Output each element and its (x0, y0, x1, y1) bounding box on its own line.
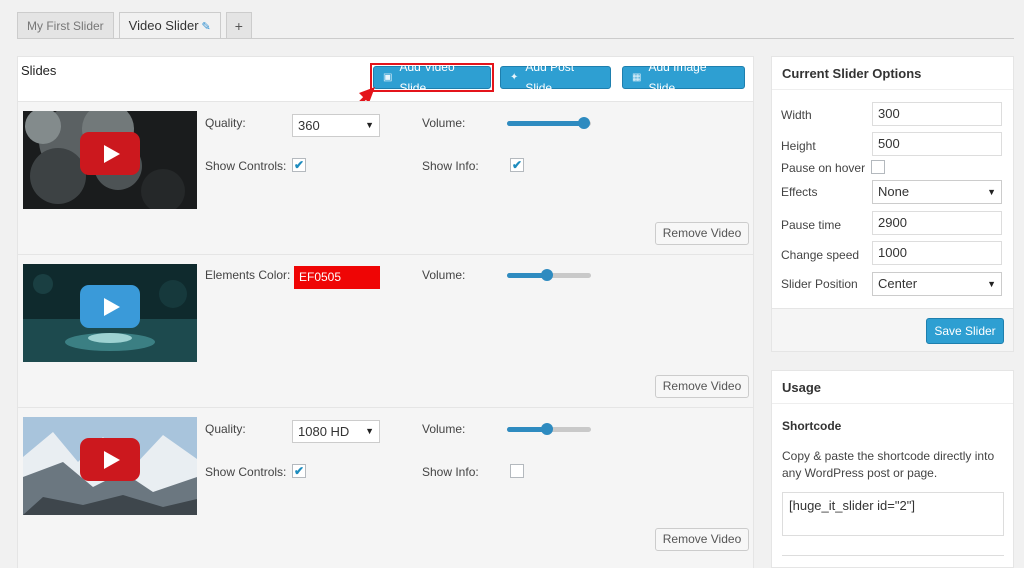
volume-slider-handle[interactable] (578, 117, 591, 129)
show-controls-checkbox[interactable]: ✔ (292, 464, 306, 478)
remove-video-button[interactable]: Remove Video (655, 375, 749, 398)
show-controls-checkbox[interactable]: ✔ (292, 158, 306, 172)
pin-icon: ✦ (510, 72, 519, 83)
elements-color-input[interactable]: EF0505 (294, 266, 380, 289)
caret-down-icon: ▼ (987, 279, 996, 289)
slider-position-label: Slider Position (781, 277, 858, 291)
height-input[interactable]: 500 (872, 132, 1002, 156)
slides-panel: Slides ▣ Add Video Slide ✦ Add Post Slid… (17, 56, 754, 568)
volume-slider[interactable] (507, 269, 591, 281)
tab-divider (17, 38, 1014, 39)
usage-panel: Usage Shortcode Copy & paste the shortco… (771, 370, 1014, 568)
volume-slider-handle[interactable] (541, 423, 554, 435)
video-thumbnail[interactable] (23, 111, 197, 209)
tab-label: Video Slider (128, 18, 199, 33)
options-title: Current Slider Options (782, 66, 922, 81)
volume-label: Volume: (422, 116, 466, 130)
width-label: Width (781, 108, 812, 122)
button-label: Add Image Slide (648, 59, 707, 95)
options-footer: Save Slider (772, 308, 1013, 351)
volume-label: Volume: (422, 422, 466, 436)
slider-tabs: My First Slider Video Slider ✎ + (17, 12, 257, 39)
pause-on-hover-label: Pause on hover (781, 161, 866, 175)
select-value: Center (878, 276, 918, 291)
volume-slider-handle[interactable] (541, 269, 554, 281)
pencil-icon[interactable]: ✎ (202, 21, 211, 33)
slide-row: Elements Color: EF0505 Volume: Remove Vi… (18, 254, 753, 407)
image-icon: ▦ (632, 72, 642, 83)
tab-video-slider[interactable]: Video Slider ✎ (118, 12, 221, 39)
quality-select[interactable]: 360 ▼ (292, 114, 380, 137)
tab-my-first-slider[interactable]: My First Slider (17, 12, 114, 39)
slider-position-select[interactable]: Center ▼ (872, 272, 1002, 296)
panel-divider (772, 403, 1013, 404)
show-info-label: Show Info: (422, 465, 479, 479)
volume-slider[interactable] (507, 117, 591, 129)
pause-time-label: Pause time (781, 218, 842, 232)
show-controls-label: Show Controls: (205, 159, 287, 173)
play-button-icon[interactable] (80, 285, 140, 328)
quality-label: Quality: (205, 116, 246, 130)
add-image-slide-button[interactable]: ▦ Add Image Slide (622, 60, 745, 95)
volume-slider[interactable] (507, 423, 591, 435)
elements-color-label: Elements Color: (205, 268, 291, 282)
width-input[interactable]: 300 (872, 102, 1002, 126)
change-speed-label: Change speed (781, 248, 860, 262)
show-controls-label: Show Controls: (205, 465, 287, 479)
play-button-icon[interactable] (80, 132, 140, 175)
plus-icon: + (234, 18, 243, 34)
remove-video-button[interactable]: Remove Video (655, 222, 749, 245)
video-thumbnail[interactable] (23, 264, 197, 362)
remove-video-button[interactable]: Remove Video (655, 528, 749, 551)
slide-row: Quality: 360 ▼ Volume: Show Controls: ✔ S… (18, 101, 753, 254)
effects-label: Effects (781, 185, 818, 199)
pause-on-hover-checkbox[interactable] (871, 160, 885, 174)
save-slider-button[interactable]: Save Slider (926, 318, 1004, 344)
height-label: Height (781, 139, 816, 153)
show-info-checkbox[interactable]: ✔ (510, 158, 524, 172)
select-value: 1080 HD (298, 424, 350, 439)
effects-select[interactable]: None ▼ (872, 180, 1002, 204)
shortcode-description: Copy & paste the shortcode directly into… (782, 449, 995, 480)
volume-slider-fill (507, 121, 585, 126)
quality-label: Quality: (205, 422, 246, 436)
video-thumbnail[interactable] (23, 417, 197, 515)
caret-down-icon: ▼ (365, 120, 374, 130)
shortcode-field[interactable]: [huge_it_slider id="2"] (782, 492, 1004, 536)
panel-divider (772, 89, 1013, 90)
play-button-icon[interactable] (80, 438, 140, 481)
slides-title: Slides (21, 63, 57, 78)
select-value: None (878, 184, 910, 199)
highlight-box (370, 63, 494, 92)
select-value: 360 (298, 118, 320, 133)
tab-label: My First Slider (27, 19, 104, 33)
change-speed-input[interactable]: 1000 (872, 241, 1002, 265)
volume-label: Volume: (422, 268, 466, 282)
slide-row: Quality: 1080 HD ▼ Volume: Show Controls:… (18, 407, 753, 568)
pause-time-input[interactable]: 2900 (872, 211, 1002, 235)
slider-options-panel: Current Slider Options Width 300 Height … (771, 56, 1014, 352)
caret-down-icon: ▼ (987, 187, 996, 197)
usage-divider (782, 555, 1004, 556)
button-label: Add Post Slide (525, 59, 575, 95)
show-info-checkbox[interactable] (510, 464, 524, 478)
quality-select[interactable]: 1080 HD ▼ (292, 420, 380, 443)
show-info-label: Show Info: (422, 159, 479, 173)
shortcode-title: Shortcode (782, 419, 842, 433)
usage-title: Usage (782, 380, 822, 395)
add-post-slide-button[interactable]: ✦ Add Post Slide (500, 60, 611, 95)
add-slider-tab[interactable]: + (225, 12, 252, 39)
caret-down-icon: ▼ (365, 426, 374, 436)
